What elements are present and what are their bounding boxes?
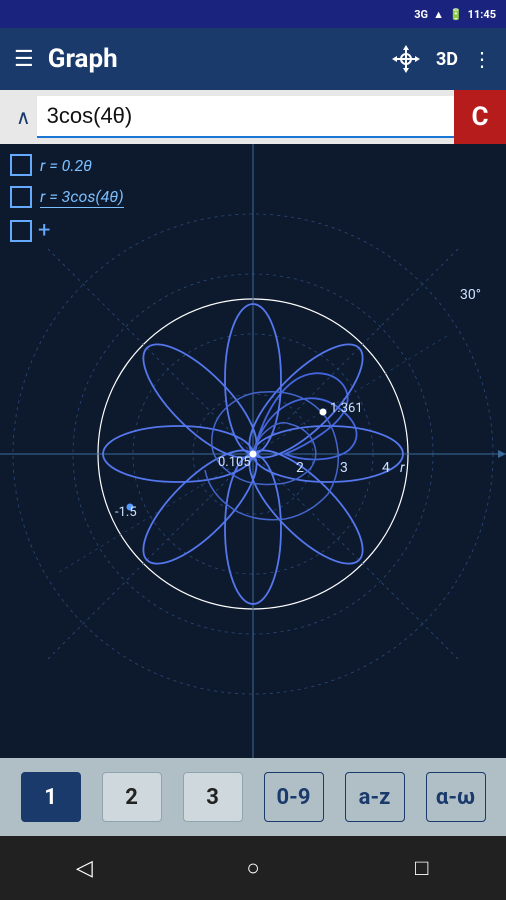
cursor-tool-icon[interactable] (390, 43, 422, 75)
keyboard-area: 1 2 3 0-9 a-z α-ω (0, 758, 506, 836)
battery-icon: 🔋 (449, 8, 463, 21)
eq-label-2: r = 3cos(4θ) (40, 187, 124, 208)
svg-text:-1.5: -1.5 (115, 505, 137, 520)
eq-checkbox-1[interactable] (10, 154, 32, 176)
app-bar-actions: 3D ⋮ (436, 47, 492, 71)
collapse-button[interactable]: ∧ (10, 99, 37, 135)
app-bar: ☰ Graph 3D ⋮ (0, 28, 506, 90)
kb-btn-1[interactable]: 1 (21, 772, 81, 822)
app-title: Graph (48, 44, 376, 74)
recents-icon: □ (415, 855, 428, 881)
hamburger-menu-icon[interactable]: ☰ (14, 47, 34, 72)
back-icon: ◁ (76, 856, 93, 881)
more-options-icon[interactable]: ⋮ (472, 47, 492, 71)
svg-text:4: 4 (382, 460, 390, 476)
network-indicator: 3G (414, 8, 428, 21)
svg-text:3: 3 (340, 460, 348, 476)
kb-btn-alpha-omega[interactable]: α-ω (426, 772, 486, 822)
graph-area[interactable]: 2 3 4 r 30° 1.361 0.105 -1.5 r = 0.2θ r … (0, 144, 506, 758)
home-button[interactable]: ○ (223, 848, 283, 888)
svg-text:0.105: 0.105 (218, 455, 251, 470)
svg-text:r: r (400, 460, 405, 476)
status-icons: 3G ▲ 🔋 11:45 (414, 8, 496, 21)
eq-label-1: r = 0.2θ (40, 156, 92, 175)
time-display: 11:45 (468, 8, 496, 21)
navigation-bar: ◁ ○ □ (0, 836, 506, 900)
svg-text:1.361: 1.361 (330, 401, 363, 416)
equation-item-1: r = 0.2θ (10, 154, 124, 176)
input-bar: ∧ C (0, 90, 506, 144)
kb-btn-az[interactable]: a-z (345, 772, 405, 822)
formula-input[interactable] (37, 96, 454, 138)
3d-button[interactable]: 3D (436, 49, 458, 70)
svg-text:2: 2 (296, 460, 304, 476)
add-icon: + (38, 218, 50, 243)
kb-btn-09[interactable]: 0-9 (264, 772, 324, 822)
add-eq-checkbox (10, 220, 32, 242)
signal-icon: ▲ (433, 8, 444, 21)
eq-checkbox-2[interactable] (10, 186, 32, 208)
status-bar: 3G ▲ 🔋 11:45 (0, 0, 506, 28)
back-button[interactable]: ◁ (54, 848, 114, 888)
recents-button[interactable]: □ (392, 848, 452, 888)
kb-btn-2[interactable]: 2 (102, 772, 162, 822)
svg-text:30°: 30° (460, 287, 481, 303)
clear-button[interactable]: C (454, 90, 506, 144)
add-equation-button[interactable]: + (10, 218, 124, 243)
equation-list: r = 0.2θ r = 3cos(4θ) + (10, 154, 124, 243)
home-icon: ○ (246, 855, 259, 881)
kb-btn-3[interactable]: 3 (183, 772, 243, 822)
equation-item-2: r = 3cos(4θ) (10, 186, 124, 208)
